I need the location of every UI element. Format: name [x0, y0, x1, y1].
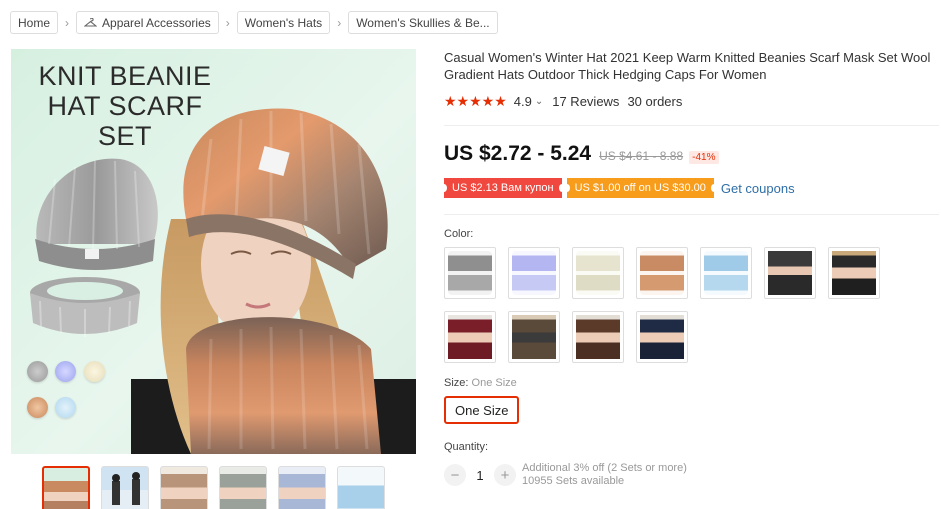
rating-row: ★★★★★ 4.9 ⌄ 17 Reviews 30 orders: [444, 93, 682, 110]
coupon-row: US $2.13 Вам купон US $1.00 off on US $3…: [441, 178, 795, 198]
color-option-grey-thumb: [448, 251, 492, 295]
breadcrumb-separator: ›: [225, 15, 230, 30]
breadcrumb-womens-hats-label: Women's Hats: [244, 15, 323, 30]
swatch-light-blue: [55, 397, 77, 418]
discount-badge: -41%: [689, 151, 719, 164]
breadcrumb-home-label: Home: [18, 15, 51, 30]
color-option-light-blue-thumb: [704, 251, 748, 295]
color-option-black-mask-thumb: [768, 251, 812, 295]
thumbnail-5[interactable]: [278, 466, 326, 509]
thumbnail-3[interactable]: [160, 466, 208, 509]
main-product-image[interactable]: KNIT BEANIE HAT SCARF SET: [11, 49, 416, 454]
reviews-link[interactable]: 17 Reviews: [552, 94, 619, 109]
breadcrumb-womens-skullies[interactable]: Women's Skullies & Be...: [348, 11, 498, 34]
thumbnail-6[interactable]: [337, 466, 385, 509]
color-option-light-blue[interactable]: [700, 247, 752, 299]
color-option-coffee[interactable]: [572, 311, 624, 363]
size-label: Size:: [444, 377, 469, 389]
color-option-khaki-mask-thumb: [512, 315, 556, 359]
product-title: Casual Women's Winter Hat 2021 Keep Warm…: [444, 50, 931, 82]
color-option-navy-thumb: [640, 315, 684, 359]
color-option-cream-thumb: [576, 251, 620, 295]
grey-scarf-illustration: [30, 277, 140, 337]
color-option-orange[interactable]: [636, 247, 688, 299]
breadcrumb-womens-hats[interactable]: Women's Hats: [236, 11, 331, 34]
quantity-info: Additional 3% off (2 Sets or more) 10955…: [522, 462, 687, 488]
quantity-label: Quantity:: [444, 441, 489, 453]
quantity-value[interactable]: 1: [466, 468, 494, 483]
breadcrumb-apparel-accessories[interactable]: Apparel Accessories: [76, 11, 219, 34]
get-coupons-link[interactable]: Get coupons: [721, 181, 795, 196]
size-label-row: Size: One Size: [444, 377, 517, 389]
rating-dropdown-caret[interactable]: ⌄: [535, 96, 543, 107]
quantity-stepper: − 1 + Additional 3% off (2 Sets or more)…: [444, 462, 687, 488]
color-option-khaki-mask[interactable]: [508, 311, 560, 363]
coupon-red[interactable]: US $2.13 Вам купон: [441, 178, 565, 198]
breadcrumb-separator: ›: [337, 15, 342, 30]
color-option-black-model[interactable]: [828, 247, 880, 299]
size-selected-value: One Size: [471, 377, 517, 389]
swatch-grey: [27, 361, 48, 382]
breadcrumb-apparel-label: Apparel Accessories: [102, 15, 211, 30]
stock-available-text: 10955 Sets available: [522, 475, 625, 487]
divider: [444, 214, 939, 215]
color-options: [444, 247, 884, 363]
color-option-lavender-thumb: [512, 251, 556, 295]
color-option-black-mask[interactable]: [764, 247, 816, 299]
orders-count: 30 orders: [627, 94, 683, 109]
coupon-orange[interactable]: US $1.00 off on US $30.00: [563, 178, 718, 198]
swatch-cream: [83, 361, 105, 382]
thumbnail-4[interactable]: [219, 466, 267, 509]
color-label: Color:: [444, 228, 474, 240]
thumbnail-2-graphic: [112, 472, 140, 505]
thumbnail-2[interactable]: [101, 466, 149, 509]
quantity-increase-button[interactable]: +: [494, 464, 516, 486]
color-swatch-dots: [27, 361, 117, 433]
swatch-orange: [27, 397, 48, 418]
rating-value[interactable]: 4.9: [514, 94, 532, 109]
swatch-lavender: [55, 361, 77, 382]
color-option-lavender[interactable]: [508, 247, 560, 299]
color-option-black-model-thumb: [832, 251, 876, 295]
size-option-one-size[interactable]: One Size: [444, 396, 520, 424]
color-option-cream[interactable]: [572, 247, 624, 299]
star-rating-icon: ★★★★★: [444, 93, 507, 109]
additional-discount-text: Additional 3% off (2 Sets or more): [522, 462, 687, 474]
color-option-orange-thumb: [640, 251, 684, 295]
breadcrumb: Home › Apparel Accessories › Women's Hat…: [10, 11, 498, 34]
thumbnail-strip: [42, 466, 385, 509]
color-option-wine[interactable]: [444, 311, 496, 363]
divider: [444, 125, 939, 126]
quantity-decrease-button[interactable]: −: [444, 464, 466, 486]
current-price: US $2.72 - 5.24: [444, 142, 592, 165]
color-option-coffee-thumb: [576, 315, 620, 359]
color-option-wine-thumb: [448, 315, 492, 359]
thumbnail-1[interactable]: [42, 466, 90, 509]
breadcrumb-womens-skullies-label: Women's Skullies & Be...: [356, 15, 490, 30]
breadcrumb-home[interactable]: Home: [10, 11, 59, 34]
price-row: US $2.72 - 5.24 US $4.61 - 8.88 -41%: [444, 142, 719, 166]
original-price: US $4.61 - 8.88: [599, 149, 684, 163]
model-photo: [131, 108, 416, 454]
color-option-grey[interactable]: [444, 247, 496, 299]
breadcrumb-separator: ›: [65, 15, 70, 30]
hanger-icon: [84, 17, 98, 27]
color-option-navy[interactable]: [636, 311, 688, 363]
